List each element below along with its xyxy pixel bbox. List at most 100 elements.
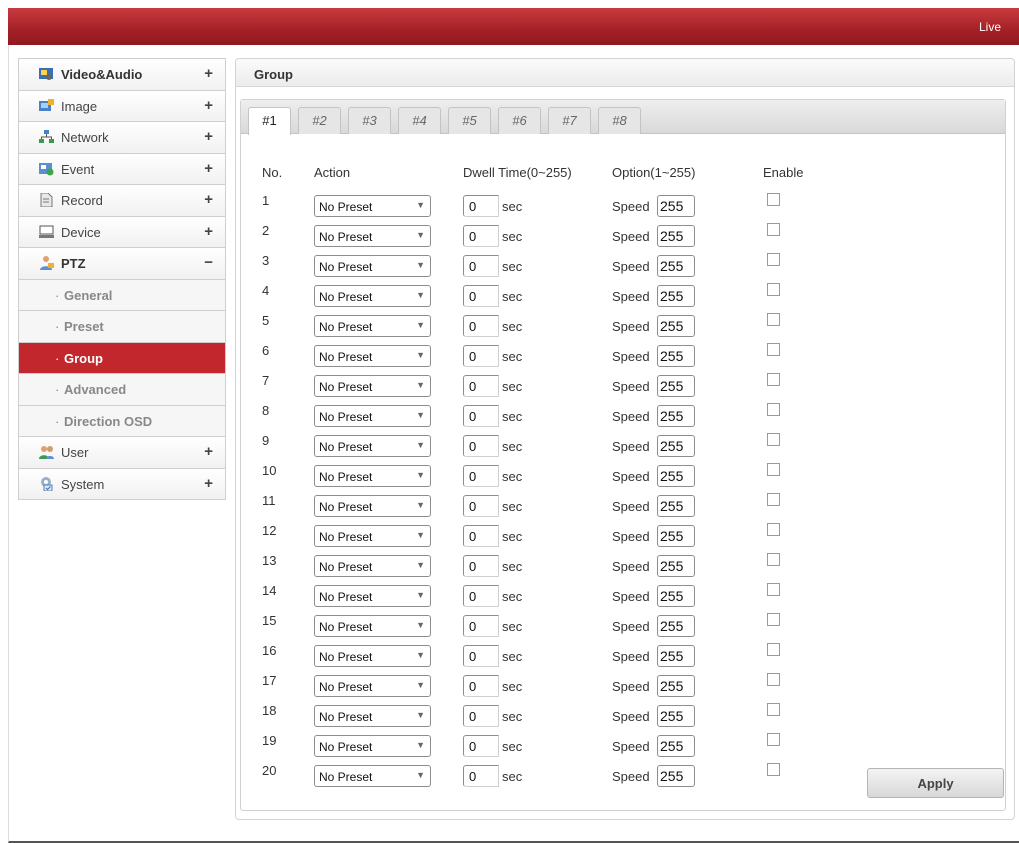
action-select[interactable]: No Preset ▼ xyxy=(314,315,431,337)
enable-checkbox[interactable] xyxy=(767,433,780,446)
tab-group-6[interactable]: #6 xyxy=(498,107,541,134)
dwell-time-input[interactable]: 0 xyxy=(463,255,499,277)
sidebar-item-ptz[interactable]: PTZ − xyxy=(19,248,225,280)
expand-icon[interactable]: + xyxy=(204,160,213,177)
speed-input[interactable]: 255 xyxy=(657,675,695,697)
collapse-icon[interactable]: − xyxy=(204,254,213,271)
sidebar-item-video-audio[interactable]: Video&Audio + xyxy=(19,59,225,91)
enable-checkbox[interactable] xyxy=(767,613,780,626)
dwell-time-input[interactable]: 0 xyxy=(463,525,499,547)
speed-input[interactable]: 255 xyxy=(657,405,695,427)
dwell-time-input[interactable]: 0 xyxy=(463,465,499,487)
action-select[interactable]: No Preset ▼ xyxy=(314,765,431,787)
dwell-time-input[interactable]: 0 xyxy=(463,225,499,247)
sidebar-item-network[interactable]: Network + xyxy=(19,122,225,154)
apply-button[interactable]: Apply xyxy=(867,768,1004,798)
enable-checkbox[interactable] xyxy=(767,283,780,296)
action-select[interactable]: No Preset ▼ xyxy=(314,195,431,217)
dwell-time-input[interactable]: 0 xyxy=(463,765,499,787)
enable-checkbox[interactable] xyxy=(767,523,780,536)
tab-group-4[interactable]: #4 xyxy=(398,107,441,134)
action-select[interactable]: No Preset ▼ xyxy=(314,405,431,427)
dwell-time-input[interactable]: 0 xyxy=(463,495,499,517)
dwell-time-input[interactable]: 0 xyxy=(463,345,499,367)
speed-input[interactable]: 255 xyxy=(657,585,695,607)
tab-group-1[interactable]: #1 xyxy=(248,107,291,135)
action-select[interactable]: No Preset ▼ xyxy=(314,285,431,307)
enable-checkbox[interactable] xyxy=(767,343,780,356)
sidebar-subitem-direction-osd[interactable]: · Direction OSD xyxy=(19,405,225,437)
enable-checkbox[interactable] xyxy=(767,193,780,206)
enable-checkbox[interactable] xyxy=(767,733,780,746)
speed-input[interactable]: 255 xyxy=(657,645,695,667)
sidebar-item-user[interactable]: User + xyxy=(19,437,225,469)
enable-checkbox[interactable] xyxy=(767,253,780,266)
expand-icon[interactable]: + xyxy=(204,97,213,114)
action-select[interactable]: No Preset ▼ xyxy=(314,585,431,607)
dwell-time-input[interactable]: 0 xyxy=(463,735,499,757)
tab-group-5[interactable]: #5 xyxy=(448,107,491,134)
expand-icon[interactable]: + xyxy=(204,475,213,492)
dwell-time-input[interactable]: 0 xyxy=(463,675,499,697)
action-select[interactable]: No Preset ▼ xyxy=(314,525,431,547)
action-select[interactable]: No Preset ▼ xyxy=(314,675,431,697)
dwell-time-input[interactable]: 0 xyxy=(463,435,499,457)
speed-input[interactable]: 255 xyxy=(657,375,695,397)
action-select[interactable]: No Preset ▼ xyxy=(314,705,431,727)
sidebar-item-event[interactable]: Event + xyxy=(19,153,225,185)
dwell-time-input[interactable]: 0 xyxy=(463,555,499,577)
action-select[interactable]: No Preset ▼ xyxy=(314,345,431,367)
action-select[interactable]: No Preset ▼ xyxy=(314,255,431,277)
enable-checkbox[interactable] xyxy=(767,463,780,476)
sidebar-subitem-advanced[interactable]: · Advanced xyxy=(19,374,225,406)
speed-input[interactable]: 255 xyxy=(657,555,695,577)
speed-input[interactable]: 255 xyxy=(657,225,695,247)
speed-input[interactable]: 255 xyxy=(657,195,695,217)
speed-input[interactable]: 255 xyxy=(657,495,695,517)
dwell-time-input[interactable]: 0 xyxy=(463,315,499,337)
dwell-time-input[interactable]: 0 xyxy=(463,645,499,667)
expand-icon[interactable]: + xyxy=(204,191,213,208)
tab-group-8[interactable]: #8 xyxy=(598,107,641,134)
action-select[interactable]: No Preset ▼ xyxy=(314,735,431,757)
dwell-time-input[interactable]: 0 xyxy=(463,405,499,427)
expand-icon[interactable]: + xyxy=(204,128,213,145)
speed-input[interactable]: 255 xyxy=(657,705,695,727)
dwell-time-input[interactable]: 0 xyxy=(463,705,499,727)
action-select[interactable]: No Preset ▼ xyxy=(314,495,431,517)
speed-input[interactable]: 255 xyxy=(657,615,695,637)
expand-icon[interactable]: + xyxy=(204,443,213,460)
live-link[interactable]: Live xyxy=(979,20,1001,34)
action-select[interactable]: No Preset ▼ xyxy=(314,225,431,247)
speed-input[interactable]: 255 xyxy=(657,315,695,337)
speed-input[interactable]: 255 xyxy=(657,525,695,547)
enable-checkbox[interactable] xyxy=(767,373,780,386)
enable-checkbox[interactable] xyxy=(767,223,780,236)
expand-icon[interactable]: + xyxy=(204,65,213,82)
sidebar-item-image[interactable]: Image + xyxy=(19,90,225,122)
action-select[interactable]: No Preset ▼ xyxy=(314,645,431,667)
enable-checkbox[interactable] xyxy=(767,313,780,326)
speed-input[interactable]: 255 xyxy=(657,735,695,757)
sidebar-item-device[interactable]: Device + xyxy=(19,216,225,248)
sidebar-subitem-preset[interactable]: · Preset xyxy=(19,311,225,343)
dwell-time-input[interactable]: 0 xyxy=(463,285,499,307)
enable-checkbox[interactable] xyxy=(767,403,780,416)
enable-checkbox[interactable] xyxy=(767,643,780,656)
speed-input[interactable]: 255 xyxy=(657,465,695,487)
sidebar-subitem-general[interactable]: · General xyxy=(19,279,225,311)
enable-checkbox[interactable] xyxy=(767,493,780,506)
speed-input[interactable]: 255 xyxy=(657,765,695,787)
action-select[interactable]: No Preset ▼ xyxy=(314,615,431,637)
tab-group-3[interactable]: #3 xyxy=(348,107,391,134)
enable-checkbox[interactable] xyxy=(767,553,780,566)
speed-input[interactable]: 255 xyxy=(657,435,695,457)
action-select[interactable]: No Preset ▼ xyxy=(314,555,431,577)
sidebar-item-system[interactable]: System + xyxy=(19,468,225,500)
action-select[interactable]: No Preset ▼ xyxy=(314,435,431,457)
speed-input[interactable]: 255 xyxy=(657,255,695,277)
sidebar-item-record[interactable]: Record + xyxy=(19,185,225,217)
enable-checkbox[interactable] xyxy=(767,673,780,686)
dwell-time-input[interactable]: 0 xyxy=(463,195,499,217)
action-select[interactable]: No Preset ▼ xyxy=(314,375,431,397)
